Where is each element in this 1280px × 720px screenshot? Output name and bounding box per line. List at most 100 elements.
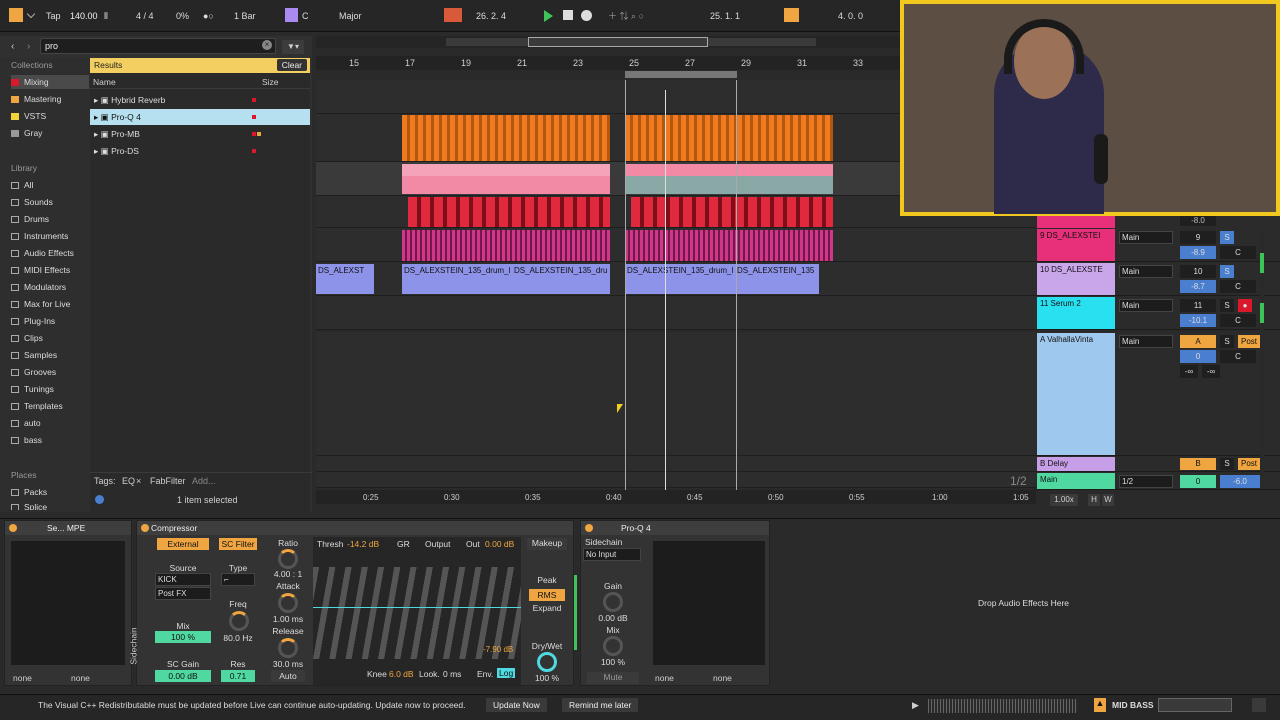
- res-field[interactable]: 0.71: [221, 670, 255, 682]
- output-select[interactable]: Main: [1119, 265, 1173, 278]
- result-row[interactable]: ▸ ▣ Hybrid Reverb: [90, 92, 310, 108]
- freq-knob[interactable]: [229, 611, 249, 631]
- metronome-icon[interactable]: ●○: [203, 9, 214, 23]
- sc-gain-field[interactable]: 0.00 dB: [155, 670, 211, 682]
- post-button[interactable]: Post: [1238, 458, 1260, 470]
- loop-brace[interactable]: [625, 71, 737, 78]
- solo-button[interactable]: S: [1220, 265, 1234, 278]
- release-knob[interactable]: [278, 638, 298, 658]
- scale-mode-icon[interactable]: [285, 8, 298, 22]
- peak-button[interactable]: Peak: [527, 575, 567, 587]
- browser-search-input[interactable]: pro ×: [40, 38, 276, 54]
- library-sounds[interactable]: Sounds: [11, 195, 89, 209]
- mix-knob[interactable]: [603, 636, 623, 656]
- expand-icon[interactable]: ▸: [94, 146, 98, 156]
- post-fx-select[interactable]: Post FX: [155, 587, 211, 600]
- attack-knob[interactable]: [278, 593, 298, 613]
- track-name[interactable]: 9 DS_ALEXSTEI: [1037, 229, 1115, 261]
- volume-field[interactable]: 0: [1180, 475, 1216, 488]
- meter-field[interactable]: 4 / 4: [136, 9, 154, 23]
- device-title-bar[interactable]: Pro-Q 4: [581, 521, 769, 535]
- size-column[interactable]: Size: [262, 77, 279, 87]
- env-button[interactable]: Log: [497, 668, 516, 678]
- places-packs[interactable]: Packs: [11, 485, 89, 499]
- auto-button[interactable]: Auto: [271, 670, 305, 682]
- volume-field[interactable]: -8.0: [1180, 216, 1216, 226]
- midi-clip[interactable]: [402, 164, 610, 194]
- tag-fabfilter[interactable]: FabFilter: [150, 476, 186, 486]
- library-tunings[interactable]: Tunings: [11, 382, 89, 396]
- power-icon[interactable]: [141, 524, 149, 532]
- track-name[interactable]: 11 Serum 2: [1037, 297, 1115, 329]
- ratio-knob[interactable]: [278, 549, 298, 569]
- rms-button[interactable]: RMS: [529, 589, 565, 601]
- mpe-source-none[interactable]: none: [13, 673, 32, 683]
- power-icon[interactable]: [9, 524, 17, 532]
- power-icon[interactable]: [585, 524, 593, 532]
- mpe-target-none[interactable]: none: [71, 673, 90, 683]
- library-all[interactable]: All: [11, 178, 89, 192]
- add-tag[interactable]: Add...: [192, 476, 216, 486]
- source-select[interactable]: KICK: [155, 573, 211, 586]
- play-icon[interactable]: [544, 10, 553, 22]
- return-letter[interactable]: A: [1180, 335, 1216, 348]
- threshold-line[interactable]: [313, 607, 521, 608]
- follow-icon[interactable]: [444, 8, 462, 22]
- main-track-name[interactable]: Main: [1037, 473, 1115, 489]
- library-plug-ins[interactable]: Plug-Ins: [11, 314, 89, 328]
- drop-effects-hint[interactable]: Drop Audio Effects Here: [978, 598, 1069, 608]
- external-button[interactable]: External: [157, 538, 209, 550]
- quantize-select[interactable]: 1 Bar: [234, 9, 256, 23]
- volume-field[interactable]: 0: [1180, 350, 1216, 363]
- audio-clip[interactable]: DS_ALEXSTEIN_135: [735, 264, 819, 294]
- pan-field[interactable]: C: [1220, 280, 1256, 293]
- library-auto[interactable]: auto: [11, 416, 89, 430]
- loop-length-field[interactable]: 4. 0. 0: [838, 9, 863, 23]
- result-row[interactable]: ▸ ▣ Pro-MB: [90, 126, 310, 142]
- audio-clip[interactable]: [402, 115, 610, 161]
- makeup-button[interactable]: Makeup: [527, 538, 567, 550]
- collection-mastering[interactable]: Mastering: [11, 92, 89, 106]
- send-b[interactable]: -∞: [1202, 365, 1220, 378]
- volume-field[interactable]: -8.7: [1180, 280, 1216, 293]
- ableton-logo-icon[interactable]: [9, 8, 23, 22]
- library-audio-effects[interactable]: Audio Effects: [11, 246, 89, 260]
- midi-clip[interactable]: [625, 164, 833, 194]
- output-checkbox[interactable]: Output: [425, 539, 451, 549]
- return-name[interactable]: A ValhallaVinta: [1037, 333, 1115, 455]
- loop-start-field[interactable]: 25. 1. 1: [710, 9, 740, 23]
- pro-q-none-1[interactable]: none: [655, 673, 674, 683]
- main-lane[interactable]: [316, 472, 1038, 488]
- track-lane[interactable]: [316, 296, 1038, 330]
- overdub-icons[interactable]: ＋ ⇅ ⌕ ○: [608, 9, 644, 23]
- w-button[interactable]: W: [1102, 494, 1114, 506]
- audio-clip[interactable]: DS_ALEXSTEIN_135_drum_l: [625, 264, 735, 294]
- collection-gray[interactable]: Gray: [11, 126, 89, 140]
- library-grooves[interactable]: Grooves: [11, 365, 89, 379]
- pan-field[interactable]: C: [1220, 246, 1256, 259]
- time-ruler[interactable]: 0:25 0:30 0:35 0:40 0:45 0:50 0:55 1:00 …: [316, 490, 1036, 504]
- arrangement-overview[interactable]: [316, 36, 900, 48]
- send-a[interactable]: -∞: [1180, 365, 1198, 378]
- return-name[interactable]: B Delay: [1037, 457, 1115, 471]
- scale-select[interactable]: Major: [339, 9, 362, 23]
- library-drums[interactable]: Drums: [11, 212, 89, 226]
- track-number[interactable]: 11: [1180, 299, 1216, 312]
- name-column[interactable]: Name: [93, 77, 116, 87]
- gain-knob[interactable]: [603, 592, 623, 612]
- audio-clip[interactable]: DS_ALEXSTEIN_135_dru: [512, 264, 610, 294]
- knee-value[interactable]: 6.0 dB: [389, 669, 414, 679]
- track-name[interactable]: 10 DS_ALEXSTE: [1037, 263, 1115, 295]
- thresh-value[interactable]: -14.2 dB: [347, 539, 379, 549]
- update-now-button[interactable]: Update Now: [486, 698, 547, 712]
- track-number[interactable]: 10: [1180, 265, 1216, 278]
- gr-checkbox[interactable]: GR: [397, 539, 410, 549]
- library-templates[interactable]: Templates: [11, 399, 89, 413]
- device-title-bar[interactable]: Compressor: [137, 521, 573, 535]
- h-button[interactable]: H: [1088, 494, 1100, 506]
- device-title-bar[interactable]: Se... MPE: [5, 521, 131, 535]
- clear-search-icon[interactable]: ×: [262, 40, 272, 50]
- swing-field[interactable]: 0%: [176, 9, 189, 23]
- pro-q-none-2[interactable]: none: [713, 673, 732, 683]
- tap-button[interactable]: Tap: [46, 9, 61, 23]
